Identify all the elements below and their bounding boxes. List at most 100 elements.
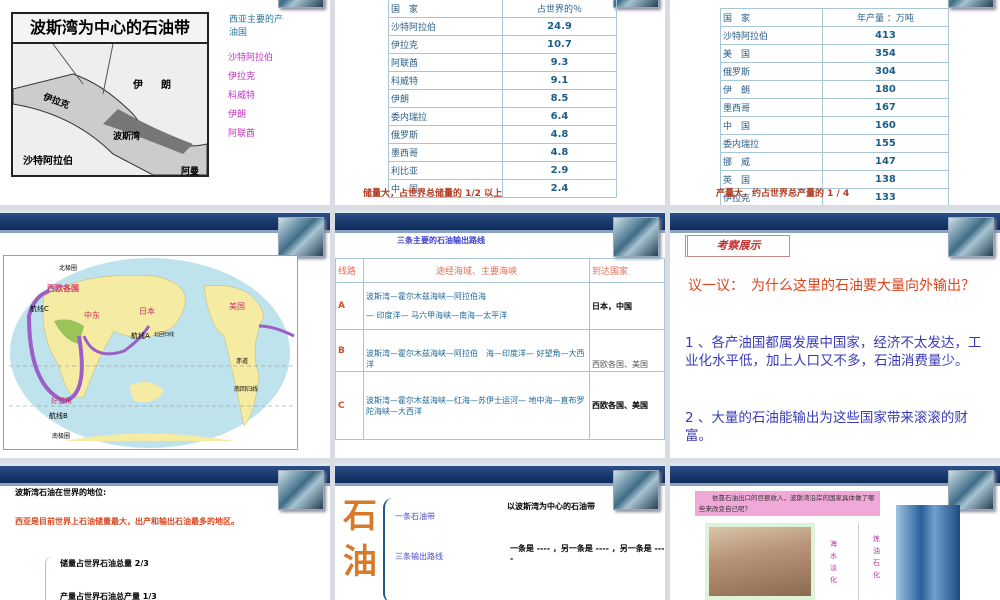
country-cell: 挪 威 — [720, 152, 823, 171]
table-row: B 波斯湾—霍尔木兹海峡—阿拉伯 海—印度洋— 好望角—大西洋 西欧各国、美国 — [335, 329, 665, 372]
producer-list: 沙特阿拉伯 伊拉克 科威特 伊朗 阿联酋 — [228, 49, 273, 144]
routes-table: 线路 途经海域、主要海峡 到达国家 A 波斯湾—霍尔木兹海峡—阿拉伯海 — 印度洋— 马… — [335, 258, 665, 440]
table-row: 利比亚 2.9 — [388, 161, 617, 180]
country-cell: 沙特阿拉伯 — [388, 17, 503, 36]
production-note: 产量大，约占世界总产量的 1 / 4 — [716, 189, 850, 199]
world-map: 北极圈 西欧各国 航线C 中东 日本 美国 航线A 北回归线 赤道 南回归线 好… — [3, 255, 298, 450]
label-route-a: 航线A — [131, 332, 150, 340]
country-cell: 沙特阿拉伯 — [720, 26, 823, 45]
country-cell: 伊 朗 — [720, 80, 823, 99]
producer-item: 阿联酋 — [228, 129, 256, 139]
reserves-table: 国 家占世界的％ 沙特阿拉伯 24.9 伊拉克 10.7 阿联酋 9.3 科威特 9.1 伊朗 8.… — [388, 0, 617, 198]
country-cell: 墨西哥 — [388, 143, 503, 162]
label-south-circle: 南极圈 — [52, 433, 71, 440]
label-japan: 日本 — [139, 307, 155, 316]
slide-4-route-map[interactable]: 北极圈 西欧各国 航线C 中东 日本 美国 航线A 北回归线 赤道 南回归线 好… — [0, 210, 330, 458]
value-cell: 167 — [821, 98, 950, 117]
slide-5-export-routes[interactable]: 三条主要的石油输出路线 线路 途经海域、主要海峡 到达国家 A 波斯湾—霍尔木兹海峡—… — [335, 210, 665, 458]
slide-6-discussion[interactable]: 考察展示 议一议： 为什么这里的石油要大量向外输出？ 1 、各产油国都属发展中国… — [670, 210, 1000, 458]
divider — [858, 523, 859, 600]
table-row: 墨西哥 167 — [720, 98, 950, 117]
slide-1-oil-belt[interactable]: 波斯湾为中心的石油带 伊朗 伊拉克 沙特阿拉伯 阿曼 波斯湾 西亚主要的产油国 … — [0, 0, 330, 205]
big-title: 石油 — [343, 496, 377, 582]
table-row: 俄罗斯 4.8 — [388, 125, 617, 144]
label-usa: 美国 — [229, 302, 245, 311]
status-statement: 西亚是目前世界上石油储量最大，出产和输出石油最多的地区。 — [15, 517, 239, 526]
value-cell: 9.3 — [502, 53, 617, 72]
map-label-oman: 阿曼 — [181, 167, 200, 177]
producer-item: 科威特 — [228, 91, 256, 101]
table-row: 伊 朗 180 — [720, 80, 950, 99]
country-cell: 阿联酋 — [388, 53, 503, 72]
table-header-row: 国 家年产量 ：万吨 — [720, 8, 950, 27]
country-cell: 利比亚 — [388, 161, 503, 180]
table-header-row: 国 家占世界的％ — [388, 0, 617, 18]
oil-belt-map: 波斯湾为中心的石油带 伊朗 伊拉克 沙特阿拉伯 阿曼 波斯湾 — [11, 12, 209, 177]
value-cell: 10.7 — [502, 35, 617, 54]
bracket — [45, 556, 53, 600]
question-box: 依靠石油出口的巨额收入，波斯湾沿岸的国家具体做了哪些来改变自己呢？ — [695, 491, 880, 516]
country-cell: 伊朗 — [388, 89, 503, 108]
header-photo — [948, 0, 994, 8]
value-cell: 4.8 — [502, 143, 617, 162]
label-north-circle: 北极圈 — [59, 265, 78, 272]
header-photo — [613, 217, 659, 257]
slide-2-reserves[interactable]: 国 家占世界的％ 沙特阿拉伯 24.9 伊拉克 10.7 阿联酋 9.3 科威特 9.1 伊朗 8.… — [335, 0, 665, 205]
country-cell: 委内瑞拉 — [388, 107, 503, 126]
country-cell: 美 国 — [720, 44, 823, 63]
refinery-photo — [896, 505, 960, 600]
label-west-europe: 西欧各国 — [47, 284, 79, 293]
header-photo — [278, 0, 324, 8]
table-row: C 波斯湾—霍尔木兹海峡—红海—苏伊士运河— 地中海—直布罗陀海峡—大西洋 西欧各国… — [335, 371, 665, 440]
value-cell: 155 — [821, 134, 950, 153]
value-cell: 354 — [821, 44, 950, 63]
country-cell: 俄罗斯 — [720, 62, 823, 81]
slide-9-development[interactable]: 依靠石油出口的巨额收入，波斯湾沿岸的国家具体做了哪些来改变自己呢？ 海水淡化 炼… — [670, 463, 1000, 600]
summary-bracket — [383, 498, 393, 600]
discussion-question: 议一议： 为什么这里的石油要大量向外输出？ — [688, 278, 975, 294]
table-row: 墨西哥 4.8 — [388, 143, 617, 162]
producer-item: 伊朗 — [228, 110, 247, 120]
table-row: 沙特阿拉伯 24.9 — [388, 17, 617, 36]
label-tropic-north: 北回归线 — [154, 332, 175, 338]
map-label-iran: 伊朗 — [133, 80, 189, 91]
country-cell: 科威特 — [388, 71, 503, 90]
routes-title: 三条主要的石油输出路线 — [397, 236, 485, 245]
table-row: A 波斯湾—霍尔木兹海峡—阿拉伯海 — 印度洋— 马六甲海峡—南海—太平洋 日本，中国 — [335, 282, 665, 330]
value-cell: 2.9 — [502, 161, 617, 180]
branch-2: 三条输出路线 — [395, 552, 443, 561]
label-route-c: 航线C — [30, 305, 49, 313]
value-cell: 413 — [821, 26, 950, 45]
label-route-b: 航线B — [49, 412, 68, 420]
value-cell: 147 — [821, 152, 950, 171]
producers-heading: 西亚主要的产油国 — [229, 15, 284, 38]
label-refining: 炼油石化 — [873, 535, 880, 579]
header-photo — [948, 470, 994, 510]
slide-3-production[interactable]: 国 家年产量 ：万吨 沙特阿拉伯 413 美 国 354 俄罗斯 304 伊 朗 180 墨西哥 1… — [670, 0, 1000, 205]
label-tropic-south: 南回归线 — [234, 386, 259, 393]
header-photo — [613, 0, 659, 8]
value-cell: 8.5 — [502, 89, 617, 108]
table-row: 俄罗斯 304 — [720, 62, 950, 81]
answer-2: 2 、大量的石油能输出为这些国家带来滚滚的财富。 — [685, 410, 968, 444]
answer-1: 1 、各产油国都属发展中国家，经济不太发达，工业化水平低，加上人口又不多，石油消… — [685, 335, 982, 369]
country-cell: 墨西哥 — [720, 98, 823, 117]
producer-item: 沙特阿拉伯 — [228, 53, 274, 63]
status-item-2: 产量占世界石油总产量 1/3 — [60, 592, 157, 600]
table-row: 美 国 354 — [720, 44, 950, 63]
value-cell: 160 — [821, 116, 950, 135]
table-row: 挪 威 147 — [720, 152, 950, 171]
country-cell: 俄罗斯 — [388, 125, 503, 144]
table-header-row: 线路 途经海域、主要海峡 到达国家 — [335, 258, 665, 283]
slide-7-status[interactable]: 波斯湾石油在世界的地位: 西亚是目前世界上石油储量最大，出产和输出石油最多的地区… — [0, 463, 330, 600]
table-row: 阿联酋 9.3 — [388, 53, 617, 72]
country-cell: 伊拉克 — [388, 35, 503, 54]
header-photo — [278, 470, 324, 510]
map-label-gulf: 波斯湾 — [113, 132, 141, 142]
status-item-1: 储量占世界石油总量 2/3 — [60, 559, 149, 568]
header-photo — [613, 470, 659, 510]
country-cell: 委内瑞拉 — [720, 134, 823, 153]
branch-1-text: 以波斯湾为中心的石油带 — [507, 502, 595, 511]
value-cell: 180 — [821, 80, 950, 99]
slide-8-summary[interactable]: 石油 一条石油带 三条输出路线 以波斯湾为中心的石油带 一条是 ---- ，另一… — [335, 463, 665, 600]
